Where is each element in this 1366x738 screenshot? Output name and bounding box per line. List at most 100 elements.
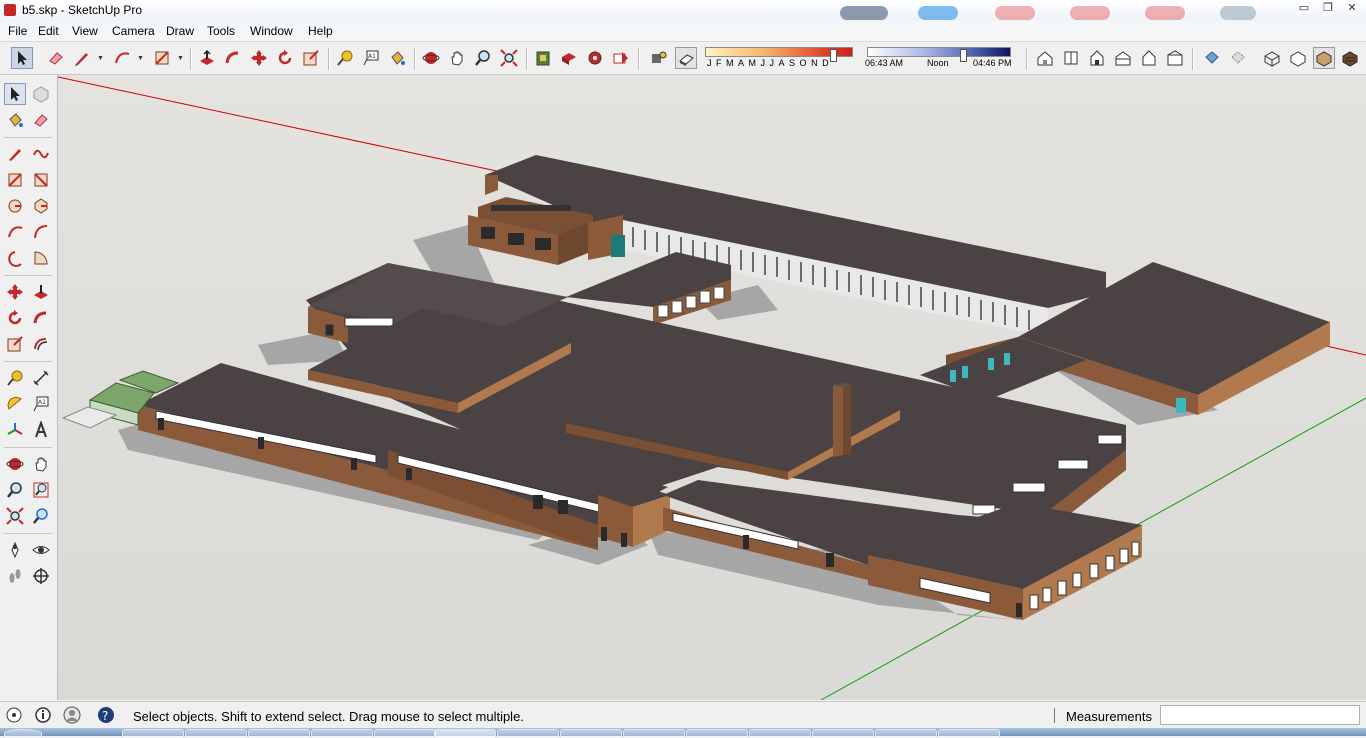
taskbar-app[interactable] (185, 729, 247, 738)
close-icon[interactable]: ✕ (1340, 0, 1364, 17)
previous-view-button[interactable] (30, 505, 52, 527)
taskbar-app[interactable] (122, 729, 184, 738)
right-view-button[interactable] (1112, 47, 1134, 69)
menu-camera[interactable]: Camera (112, 24, 155, 38)
position-camera-tool-button[interactable] (4, 539, 26, 561)
zoom-extents-tool-button[interactable] (498, 47, 520, 69)
wireframe-button[interactable] (1261, 47, 1283, 69)
scale-tool-button[interactable] (300, 47, 322, 69)
protractor-tool-button[interactable] (4, 393, 26, 415)
move-tool-button[interactable] (4, 281, 26, 303)
start-button[interactable] (4, 729, 42, 738)
axes-tool-button[interactable] (4, 419, 26, 441)
restore-icon[interactable]: ❐ (1316, 0, 1340, 17)
paint-bucket-tool-button[interactable] (4, 109, 26, 131)
xray-button[interactable] (1201, 47, 1223, 69)
arc-tool-button[interactable] (4, 221, 26, 243)
zoom-tool-button[interactable] (4, 479, 26, 501)
pie-tool-button[interactable] (30, 247, 52, 269)
menu-view[interactable]: View (72, 24, 98, 38)
back-edges-button[interactable] (1227, 47, 1249, 69)
back-view-button[interactable] (1138, 47, 1160, 69)
extension-warehouse-button[interactable] (610, 47, 632, 69)
polygon-tool-button[interactable] (30, 195, 52, 217)
make-component-button[interactable] (30, 83, 52, 105)
pan-tool-button[interactable] (446, 47, 468, 69)
section-plane-tool-button[interactable] (30, 565, 52, 587)
tape-measure-tool-button[interactable] (4, 367, 26, 389)
minimize-icon[interactable]: ▭ (1292, 0, 1316, 17)
share-model-button[interactable] (558, 47, 580, 69)
modeling-viewport[interactable] (58, 75, 1366, 700)
get-models-button[interactable] (532, 47, 554, 69)
shaded-textures-button[interactable] (1339, 47, 1361, 69)
text-tool-button[interactable]: A1 (360, 47, 382, 69)
taskbar-app[interactable] (623, 729, 685, 738)
left-view-button[interactable] (1164, 47, 1186, 69)
time-slider-thumb[interactable] (960, 49, 967, 62)
follow-me-tool-button[interactable] (222, 47, 244, 69)
taskbar-app[interactable] (749, 729, 811, 738)
menu-help[interactable]: Help (308, 24, 333, 38)
scale-tool-button[interactable] (4, 333, 26, 355)
measurements-input[interactable] (1160, 705, 1360, 725)
zoom-extents-tool-button[interactable] (4, 505, 26, 527)
front-view-button[interactable] (1086, 47, 1108, 69)
three-point-arc-tool-button[interactable] (4, 247, 26, 269)
share-component-button[interactable] (584, 47, 606, 69)
select-tool-button[interactable] (4, 83, 26, 105)
zoom-tool-button[interactable] (472, 47, 494, 69)
arc-tool-button[interactable] (111, 47, 133, 69)
dimension-tool-button[interactable] (30, 367, 52, 389)
look-around-tool-button[interactable] (30, 539, 52, 561)
rectangle-tool-button[interactable] (151, 47, 173, 69)
display-shadows-button[interactable] (675, 47, 697, 69)
iso-view-button[interactable] (1034, 47, 1056, 69)
push-pull-tool-button[interactable] (196, 47, 218, 69)
shadow-settings-button[interactable] (648, 47, 670, 69)
month-slider-thumb[interactable] (830, 49, 837, 62)
taskbar-app[interactable] (311, 729, 373, 738)
rotate-tool-button[interactable] (4, 307, 26, 329)
freehand-tool-button[interactable] (30, 143, 52, 165)
taskbar-app-active[interactable] (434, 729, 496, 738)
menu-tools[interactable]: Tools (207, 24, 235, 38)
hidden-line-button[interactable] (1287, 47, 1309, 69)
menu-draw[interactable]: Draw (166, 24, 194, 38)
school-building-model[interactable] (58, 75, 1366, 700)
taskbar-app[interactable] (938, 729, 1000, 738)
push-pull-tool-button[interactable] (30, 281, 52, 303)
rotated-rectangle-tool-button[interactable] (30, 169, 52, 191)
3d-text-tool-button[interactable] (30, 419, 52, 441)
two-point-arc-tool-button[interactable] (30, 221, 52, 243)
rectangle-tool-button[interactable] (4, 169, 26, 191)
paint-bucket-tool-button[interactable] (386, 47, 408, 69)
orbit-tool-button[interactable] (4, 453, 26, 475)
orbit-tool-button[interactable] (420, 47, 442, 69)
chevron-down-icon[interactable]: ▼ (177, 55, 184, 62)
chevron-down-icon[interactable]: ▼ (137, 55, 144, 62)
month-slider[interactable] (705, 47, 853, 62)
eraser-tool-button[interactable] (30, 109, 52, 131)
move-tool-button[interactable] (248, 47, 270, 69)
eraser-tool-button[interactable] (45, 47, 67, 69)
menu-file[interactable]: File (8, 24, 27, 38)
menu-edit[interactable]: Edit (38, 24, 59, 38)
select-tool-button[interactable] (11, 47, 33, 69)
taskbar-app[interactable] (686, 729, 748, 738)
tape-measure-tool-button[interactable] (334, 47, 356, 69)
geo-location-icon[interactable] (5, 706, 23, 724)
offset-tool-button[interactable] (30, 333, 52, 355)
line-tool-button[interactable] (4, 143, 26, 165)
taskbar-app[interactable] (812, 729, 874, 738)
text-tool-button[interactable]: A1 (30, 393, 52, 415)
credits-info-icon[interactable] (34, 706, 52, 724)
pan-tool-button[interactable] (30, 453, 52, 475)
menu-window[interactable]: Window (250, 24, 293, 38)
rotate-tool-button[interactable] (274, 47, 296, 69)
user-account-icon[interactable] (63, 706, 81, 724)
zoom-window-tool-button[interactable] (30, 479, 52, 501)
taskbar-app[interactable] (497, 729, 559, 738)
taskbar-app[interactable] (248, 729, 310, 738)
time-slider[interactable] (867, 47, 1011, 62)
